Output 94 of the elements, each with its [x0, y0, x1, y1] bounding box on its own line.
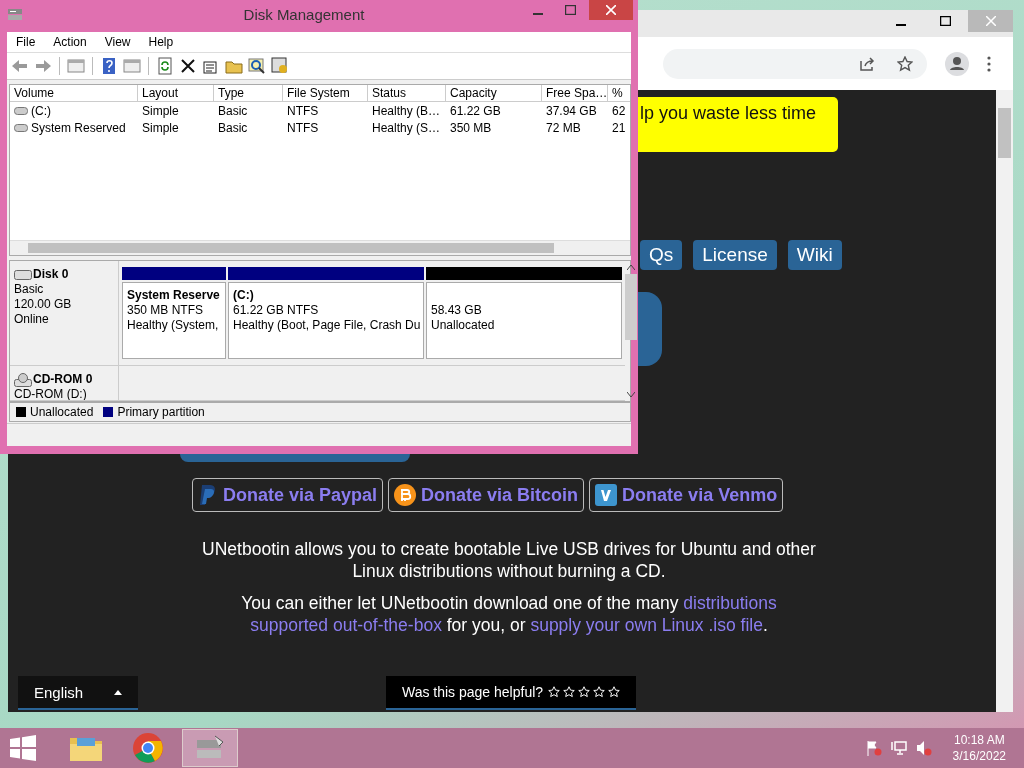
magnifier-icon[interactable]	[248, 57, 266, 75]
table-cell: System Reserved	[31, 120, 126, 135]
nav-button[interactable]: License	[693, 240, 777, 270]
disk-info: 120.00 GB	[14, 297, 73, 312]
disk-info: CD-ROM (D:)	[14, 387, 88, 400]
menu-item[interactable]: View	[95, 35, 140, 49]
console-tree-icon[interactable]	[67, 57, 85, 75]
back-arrow-icon[interactable]	[11, 57, 29, 75]
table-cell: 21	[612, 120, 626, 135]
intro-paragraph: UNetbootin allows you to create bootable Live USB drives for Ubuntu and other Linux distributions without burning a CD.	[201, 538, 817, 582]
column-header[interactable]: Status	[368, 85, 446, 101]
bookmark-star-icon[interactable]	[897, 55, 913, 72]
help-icon[interactable]	[100, 57, 118, 75]
settings-icon[interactable]	[271, 57, 289, 75]
table-cell: NTFS	[287, 120, 319, 135]
donate-button[interactable]: Donate via Venmo	[589, 478, 784, 512]
disk-info: Basic	[14, 282, 45, 297]
close-button[interactable]	[589, 0, 633, 20]
menu-item[interactable]: Action	[44, 35, 96, 49]
action-pane-icon[interactable]	[123, 57, 141, 75]
refresh-icon[interactable]	[156, 57, 174, 75]
nav-button[interactable]: Qs	[640, 240, 683, 270]
menu-item[interactable]: Help	[139, 35, 183, 49]
close-icon	[985, 16, 996, 26]
column-header[interactable]: Capacity	[446, 85, 542, 101]
horizontal-scrollbar[interactable]	[10, 240, 630, 255]
table-cell: Basic	[218, 103, 248, 118]
network-icon[interactable]	[890, 740, 907, 756]
scroll-up-icon[interactable]	[627, 265, 635, 270]
column-header[interactable]: File System	[283, 85, 368, 101]
table-cell: 61.22 GB	[450, 103, 501, 118]
table-cell: Simple	[142, 120, 179, 135]
menu-item[interactable]: File	[7, 35, 45, 49]
speaker-muted-icon[interactable]	[915, 740, 932, 756]
taskbar-app[interactable]	[182, 729, 238, 767]
share-icon[interactable]	[859, 55, 875, 72]
column-header[interactable]: %	[608, 85, 630, 101]
clock-time[interactable]: 10:18 AM	[953, 732, 1005, 748]
drive-icon	[14, 106, 28, 115]
disk-drive-icon	[14, 269, 32, 280]
table-cell: Simple	[142, 103, 179, 118]
disk-app-icon	[7, 6, 23, 22]
window-title: Disk Management	[242, 6, 366, 23]
table-cell: Healthy (B…	[372, 103, 441, 118]
maximize-icon	[564, 5, 576, 15]
disk-name: CD-ROM 0	[33, 372, 93, 387]
text-link[interactable]: supported out-of-the-box	[250, 615, 442, 635]
text-link[interactable]: distributions	[683, 593, 777, 613]
description-paragraph: You can either let UNetbootin download one of the many distributions supported out-of-the-box for you, or supply your own Linux .iso file.	[240, 592, 778, 636]
table-cell: (C:)	[31, 103, 51, 118]
windows-start-icon[interactable]	[10, 735, 36, 761]
close-icon	[606, 5, 616, 15]
banner-text: lp you waste less time	[640, 103, 817, 123]
menu-icon[interactable]	[987, 55, 991, 72]
column-header[interactable]: Type	[214, 85, 283, 101]
page-button[interactable]	[638, 292, 662, 366]
column-header[interactable]: Volume	[10, 85, 138, 101]
language-selector[interactable]: English	[18, 676, 138, 710]
nav-button[interactable]: Wiki	[787, 240, 842, 270]
column-header[interactable]: Layout	[138, 85, 214, 101]
star-rating[interactable]	[548, 686, 621, 698]
table-cell: 350 MB	[450, 120, 492, 135]
text-link[interactable]: supply your own Linux .iso file	[530, 615, 763, 635]
table-cell: 37.94 GB	[546, 103, 597, 118]
bitcoin-logo-icon	[394, 484, 417, 506]
forward-arrow-icon[interactable]	[34, 57, 52, 75]
caret-up-icon	[114, 689, 122, 695]
table-cell: NTFS	[287, 103, 319, 118]
table-cell: 72 MB	[546, 120, 581, 135]
chrome-logo-icon	[133, 733, 163, 763]
maximize-icon	[940, 16, 951, 26]
flag-icon[interactable]	[865, 740, 882, 756]
minimize-icon	[895, 24, 906, 26]
donate-button[interactable]: Donate via Paypal	[192, 478, 384, 512]
table-cell: Healthy (S…	[372, 120, 441, 135]
disk-name: Disk 0	[33, 267, 69, 282]
disk-info: Online	[14, 312, 50, 327]
drive-icon	[14, 123, 28, 132]
profile-avatar-icon[interactable]	[945, 51, 969, 76]
minimize-icon	[533, 13, 543, 15]
donate-button[interactable]: Donate via Bitcoin	[388, 478, 585, 512]
venmo-logo-icon	[595, 484, 618, 506]
column-header[interactable]: Free Spa…	[542, 85, 608, 101]
cd-drive-icon	[14, 372, 32, 387]
scrollbar[interactable]	[996, 90, 1013, 712]
feedback-question: Was this page helpful?	[401, 684, 544, 700]
legend-label: Primary partition	[117, 405, 205, 419]
legend-label: Unallocated	[30, 405, 94, 419]
paypal-logo-icon	[198, 484, 218, 506]
table-cell: 62	[612, 103, 626, 118]
delete-icon[interactable]	[179, 57, 197, 75]
table-cell: Basic	[218, 120, 248, 135]
clock-date[interactable]: 3/16/2022	[952, 748, 1006, 764]
scroll-down-icon[interactable]	[627, 392, 635, 397]
